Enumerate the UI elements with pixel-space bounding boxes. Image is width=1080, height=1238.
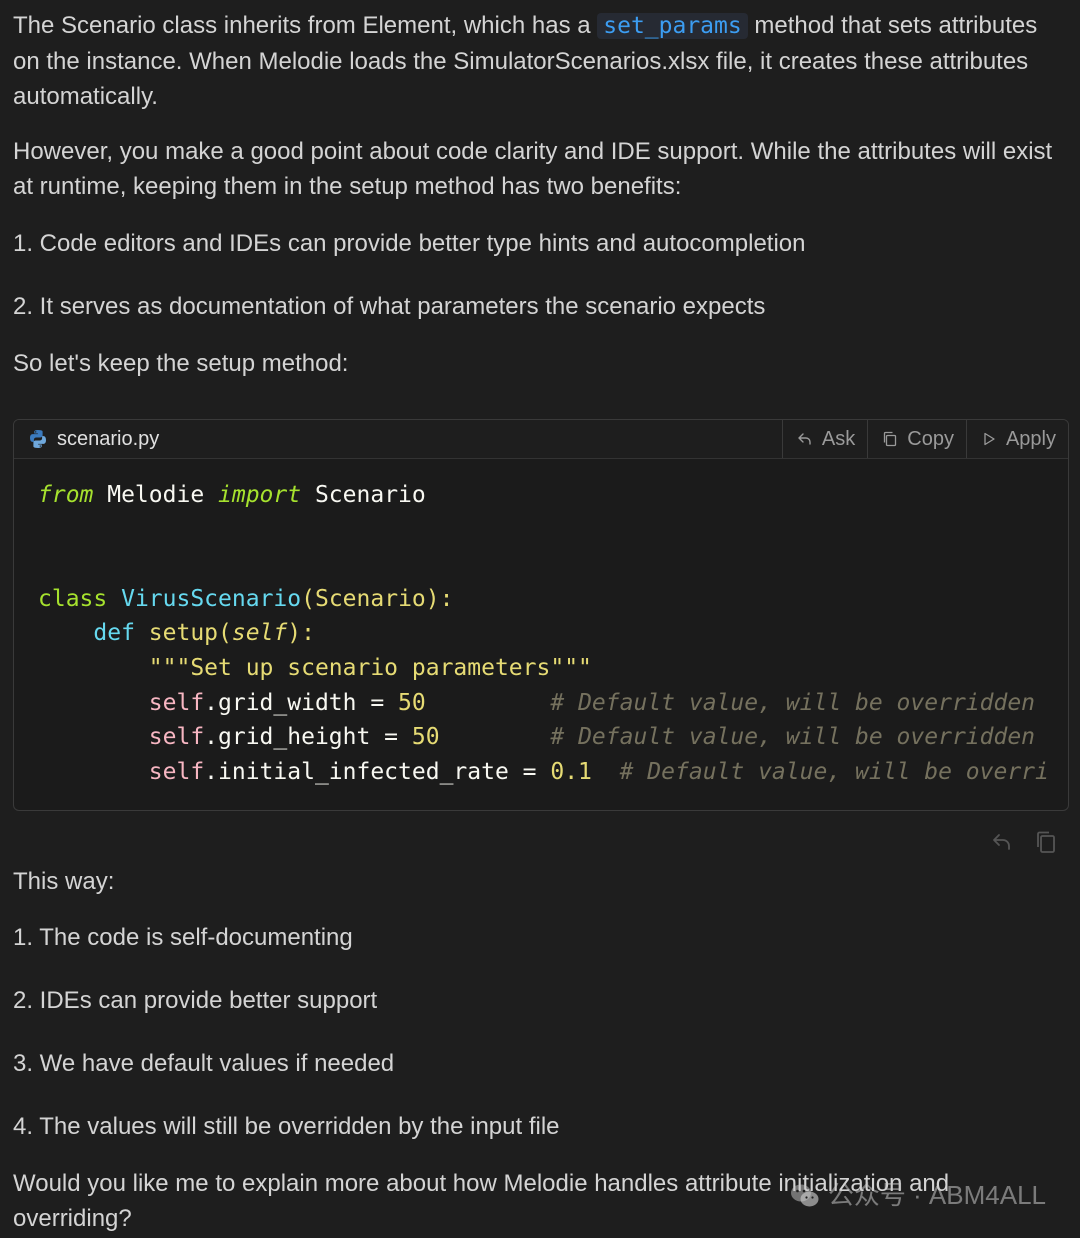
play-triangle-icon [984, 432, 995, 446]
code-block-header: scenario.py Ask Copy Apply [14, 420, 1068, 459]
reply-icon[interactable] [990, 830, 1014, 854]
list-item: 2. It serves as documentation of what pa… [13, 293, 766, 320]
copy-icon[interactable] [1034, 830, 1058, 854]
list-item: 2. IDEs can provide better support [13, 987, 378, 1014]
code-block-actions: Ask Copy Apply [781, 420, 1068, 458]
wechat-icon [790, 1184, 819, 1206]
inline-code-set-params: set_params [597, 13, 748, 39]
list-item: 3. We have default values if needed [13, 1050, 395, 1077]
code-line: """Set up scenario parameters""" [148, 654, 592, 681]
code-line: def setup(self): [93, 620, 315, 647]
code-line: self.grid_width = 50 # Default value, wi… [148, 689, 1048, 716]
code-line: self.initial_infected_rate = 0.1 # Defau… [148, 758, 1048, 785]
paragraph-lead: So let's keep the setup method: [13, 350, 349, 377]
copy-button[interactable]: Copy [867, 420, 966, 458]
list-item: 1. Code editors and IDEs can provide bet… [13, 230, 806, 257]
ask-button[interactable]: Ask [781, 420, 867, 458]
list-item: 4. The values will still be overridden b… [13, 1113, 560, 1140]
code-block: scenario.py Ask Copy Apply from Melodie … [13, 419, 1069, 811]
message-actions [990, 830, 1058, 854]
code-line: self.grid_height = 50 # Default value, w… [148, 724, 1048, 751]
code-line: from Melodie import Scenario [38, 482, 426, 508]
paragraph-inheritance: The Scenario class inherits from Element… [13, 12, 1038, 110]
copy-icon [884, 431, 897, 447]
paragraph-clarity: However, you make a good point about cod… [13, 138, 1053, 200]
code-content[interactable]: from Melodie import Scenario class VirusS… [38, 478, 1048, 789]
assistant-message-top: The Scenario class inherits from Element… [13, 8, 1066, 381]
apply-button[interactable]: Apply [965, 420, 1068, 458]
paragraph-lead: This way: [13, 868, 115, 895]
code-filename[interactable]: scenario.py [14, 422, 159, 457]
code-line: class VirusScenario(Scenario): [38, 585, 454, 612]
reply-arrow-icon [798, 433, 811, 445]
list-item: 1. The code is self-documenting [13, 924, 353, 951]
python-icon [30, 430, 46, 448]
watermark: 公众号 · ABM4ALL [790, 1178, 1046, 1213]
